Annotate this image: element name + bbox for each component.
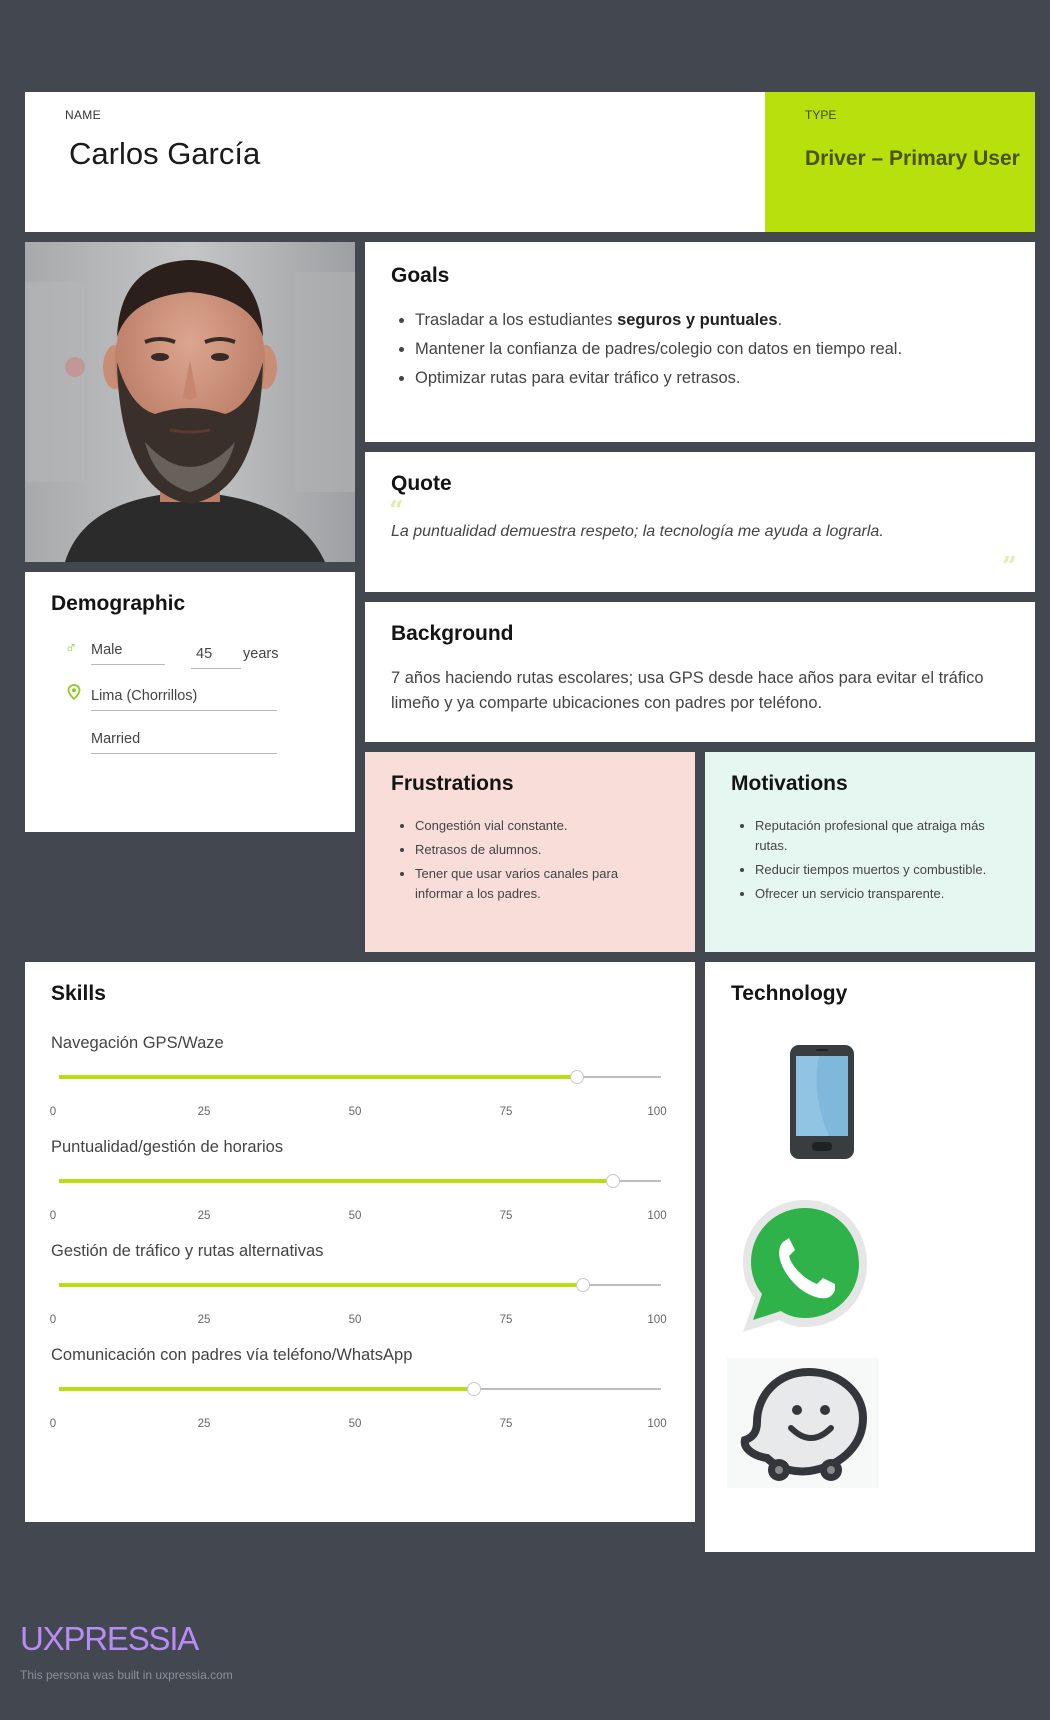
footer-credit: This persona was built in uxpressia.com <box>20 1668 233 1682</box>
frustration-item[interactable]: Retrasos de alumnos. <box>415 840 665 860</box>
skill-slider-fill <box>59 1179 613 1183</box>
type-label: TYPE <box>805 108 837 122</box>
goal-bold: seguros y puntuales <box>617 311 778 329</box>
demographic-title: Demographic <box>51 592 186 615</box>
motivations-card: Motivations Reputación profesional que a… <box>705 752 1035 952</box>
goal-text: Trasladar a los estudiantes <box>415 311 618 329</box>
open-quote-icon: “ <box>389 496 404 526</box>
skill-label: Gestión de tráfico y rutas alternativas <box>51 1242 324 1260</box>
waze-icon[interactable] <box>727 1358 879 1488</box>
skill-label: Puntualidad/gestión de horarios <box>51 1138 284 1156</box>
skill-slider-handle[interactable] <box>575 1278 590 1292</box>
frustrations-list: Congestión vial constante. Retrasos de a… <box>415 816 665 908</box>
uxpressia-logo[interactable]: UXPRESSIA <box>20 1620 199 1658</box>
skill-slider[interactable] <box>59 1070 661 1084</box>
demographic-card: Demographic ♂ Male 45 years Lima (Chorri… <box>25 572 355 832</box>
quote-card: Quote “ La puntualidad demuestra respeto… <box>365 452 1035 592</box>
skill-slider[interactable] <box>59 1382 661 1396</box>
persona-photo-image <box>25 242 355 562</box>
close-quote-icon: ” <box>1002 552 1017 582</box>
age-unit: years <box>243 646 279 662</box>
skill-scale-tick: 75 <box>499 1314 513 1326</box>
motivations-title: Motivations <box>731 772 848 795</box>
skill-label: Navegación GPS/Waze <box>51 1034 224 1052</box>
age-field[interactable]: 45 <box>191 646 241 669</box>
motivation-item[interactable]: Reputación profesional que atraiga más r… <box>755 816 1005 856</box>
skill-row: Comunicación con padres vía teléfono/Wha… <box>49 1346 671 1446</box>
skill-scale-tick: 50 <box>348 1210 362 1222</box>
skill-scale-tick: 100 <box>647 1418 667 1430</box>
skill-scale-tick: 100 <box>647 1106 667 1118</box>
gender-field[interactable]: Male <box>91 642 165 665</box>
goal-item[interactable]: Optimizar rutas para evitar tráfico y re… <box>415 364 902 393</box>
skill-slider-fill <box>59 1283 583 1287</box>
name-card: NAME Carlos García <box>25 92 765 232</box>
skill-scale-tick: 50 <box>348 1418 362 1430</box>
skill-scale-tick: 75 <box>499 1210 513 1222</box>
technology-title: Technology <box>731 982 848 1005</box>
skill-scale-tick: 25 <box>197 1314 211 1326</box>
motivation-item[interactable]: Ofrecer un servicio transparente. <box>755 884 1005 904</box>
goal-text: Mantener la confianza de padres/colegio … <box>415 340 903 358</box>
skill-scale-tick: 0 <box>49 1418 57 1430</box>
persona-photo[interactable] <box>25 242 355 562</box>
skill-slider-handle[interactable] <box>569 1070 584 1084</box>
motivations-list: Reputación profesional que atraiga más r… <box>755 816 1005 908</box>
persona-name[interactable]: Carlos García <box>69 136 260 172</box>
goals-card: Goals Trasladar a los estudiantes seguro… <box>365 242 1035 442</box>
goal-item[interactable]: Mantener la confianza de padres/colegio … <box>415 335 902 364</box>
marital-status-field[interactable]: Married <box>91 731 277 754</box>
skill-scale-tick: 100 <box>647 1210 667 1222</box>
skill-scale-tick: 50 <box>348 1106 362 1118</box>
frustration-item[interactable]: Tener que usar varios canales para infor… <box>415 864 665 904</box>
skills-card: Skills Navegación GPS/Waze 0 25 50 75 100 Punt… <box>25 962 695 1522</box>
skill-slider[interactable] <box>59 1174 661 1188</box>
skill-scale-tick: 0 <box>49 1210 57 1222</box>
male-icon: ♂ <box>65 640 77 657</box>
skill-scale-tick: 0 <box>49 1314 57 1326</box>
skill-scale-tick: 75 <box>499 1106 513 1118</box>
name-label: NAME <box>65 108 101 122</box>
goal-text: . <box>777 311 783 329</box>
skill-row: Navegación GPS/Waze 0 25 50 75 100 <box>49 1034 671 1134</box>
frustrations-title: Frustrations <box>391 772 514 795</box>
skill-slider-fill <box>59 1387 475 1391</box>
skill-slider-handle[interactable] <box>467 1382 482 1396</box>
goals-title: Goals <box>391 264 450 287</box>
skill-label: Comunicación con padres vía teléfono/Wha… <box>51 1346 413 1364</box>
goal-item[interactable]: Trasladar a los estudiantes seguros y pu… <box>415 306 902 335</box>
skill-scale-tick: 50 <box>348 1314 362 1326</box>
skill-row: Puntualidad/gestión de horarios 0 25 50 75 10… <box>49 1138 671 1238</box>
whatsapp-icon[interactable] <box>733 1194 877 1338</box>
skill-slider-handle[interactable] <box>605 1174 620 1188</box>
quote-text[interactable]: La puntualidad demuestra respeto; la tec… <box>391 523 884 541</box>
frustration-item[interactable]: Congestión vial constante. <box>415 816 665 836</box>
quote-title: Quote <box>391 472 452 495</box>
type-card: TYPE Driver – Primary User <box>765 92 1035 232</box>
motivation-item[interactable]: Reducir tiempos muertos y combustible. <box>755 860 1005 880</box>
location-field[interactable]: Lima (Chorrillos) <box>91 688 277 711</box>
skill-row: Gestión de tráfico y rutas alternativas 0… <box>49 1242 671 1342</box>
skill-scale-tick: 25 <box>197 1106 211 1118</box>
skill-scale-tick: 100 <box>647 1314 667 1326</box>
persona-type[interactable]: Driver – Primary User <box>805 144 1025 174</box>
skill-scale-tick: 25 <box>197 1418 211 1430</box>
skill-slider-fill <box>59 1075 577 1079</box>
background-card: Background 7 años haciendo rutas escolar… <box>365 602 1035 742</box>
frustrations-card: Frustrations Congestión vial constante. … <box>365 752 695 952</box>
background-text[interactable]: 7 años haciendo rutas escolares; usa GPS… <box>391 666 1001 716</box>
skill-scale-tick: 75 <box>499 1418 513 1430</box>
skill-scale-tick: 0 <box>49 1106 57 1118</box>
background-title: Background <box>391 622 514 645</box>
technology-card: Technology <box>705 962 1035 1552</box>
location-pin-icon <box>67 684 81 705</box>
goal-text: Optimizar rutas para evitar tráfico y re… <box>415 369 741 387</box>
skills-title: Skills <box>51 982 106 1005</box>
skill-scale-tick: 25 <box>197 1210 211 1222</box>
smartphone-icon[interactable] <box>789 1044 855 1160</box>
goals-list: Trasladar a los estudiantes seguros y pu… <box>415 306 902 393</box>
skill-slider[interactable] <box>59 1278 661 1292</box>
